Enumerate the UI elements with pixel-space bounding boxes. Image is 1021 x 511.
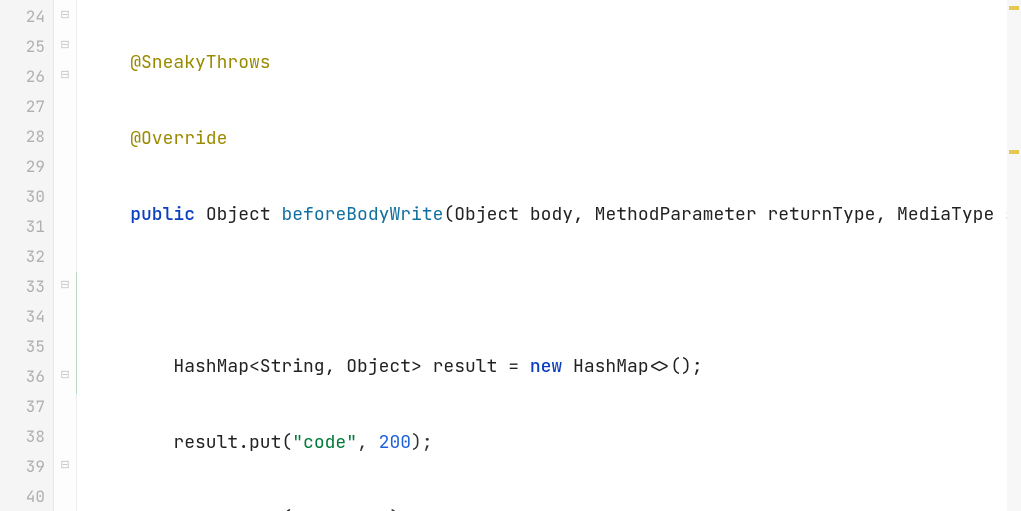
line-number: 31 xyxy=(0,212,53,242)
line-number: 30 xyxy=(0,182,53,212)
fold-end-icon[interactable]: ⊟ xyxy=(59,459,71,471)
code-line[interactable]: @Override xyxy=(77,124,1021,154)
code-editor[interactable]: 24 25 26 27 28 29 30 31 32 33 34 35 36 3… xyxy=(0,0,1021,511)
code-line[interactable] xyxy=(77,276,1021,306)
code-line[interactable]: result.put("msg", ""); xyxy=(77,504,1021,511)
code-line[interactable]: public Object beforeBodyWrite(Object bod… xyxy=(77,200,1021,230)
scrollbar-track[interactable] xyxy=(1007,0,1021,511)
line-number: 27 xyxy=(0,92,53,122)
annotation: @Override xyxy=(130,127,227,150)
line-number-gutter: 24 25 26 27 28 29 30 31 32 33 34 35 36 3… xyxy=(0,0,54,511)
method-name: beforeBodyWrite xyxy=(281,203,443,226)
line-number: 40 xyxy=(0,482,53,511)
fold-toggle-icon[interactable]: ⊟ xyxy=(59,9,71,21)
fold-toggle-icon[interactable]: ⊟ xyxy=(59,69,71,81)
line-number: 35 xyxy=(0,332,53,362)
line-number: 24 xyxy=(0,2,53,32)
fold-end-icon[interactable]: ⊟ xyxy=(59,369,71,381)
line-number: 34 xyxy=(0,302,53,332)
line-number: 37 xyxy=(0,392,53,422)
code-line[interactable]: HashMap<String, Object> result = new Has… xyxy=(77,352,1021,382)
line-number: 39 xyxy=(0,452,53,482)
fold-column: ⊟ ⊟ ⊟ ⊟ ⊟ ⊟ xyxy=(54,0,77,511)
line-number: 36 xyxy=(0,362,53,392)
scrollbar-marker xyxy=(1009,150,1019,154)
line-number: 25 xyxy=(0,32,53,62)
line-number: 33 xyxy=(0,272,53,302)
code-line[interactable]: result.put("code", 200); xyxy=(77,428,1021,458)
code-area[interactable]: @SneakyThrows @Override public Object be… xyxy=(77,0,1021,511)
fold-toggle-icon[interactable]: ⊟ xyxy=(59,279,71,291)
code-line[interactable]: @SneakyThrows xyxy=(77,48,1021,78)
scrollbar-marker xyxy=(1009,6,1019,10)
line-number: 38 xyxy=(0,422,53,452)
fold-toggle-icon[interactable]: ⊟ xyxy=(59,39,71,51)
annotation: @SneakyThrows xyxy=(130,51,270,74)
line-number: 28 xyxy=(0,122,53,152)
line-number: 26 xyxy=(0,62,53,92)
line-number: 29 xyxy=(0,152,53,182)
line-number: 32 xyxy=(0,242,53,272)
